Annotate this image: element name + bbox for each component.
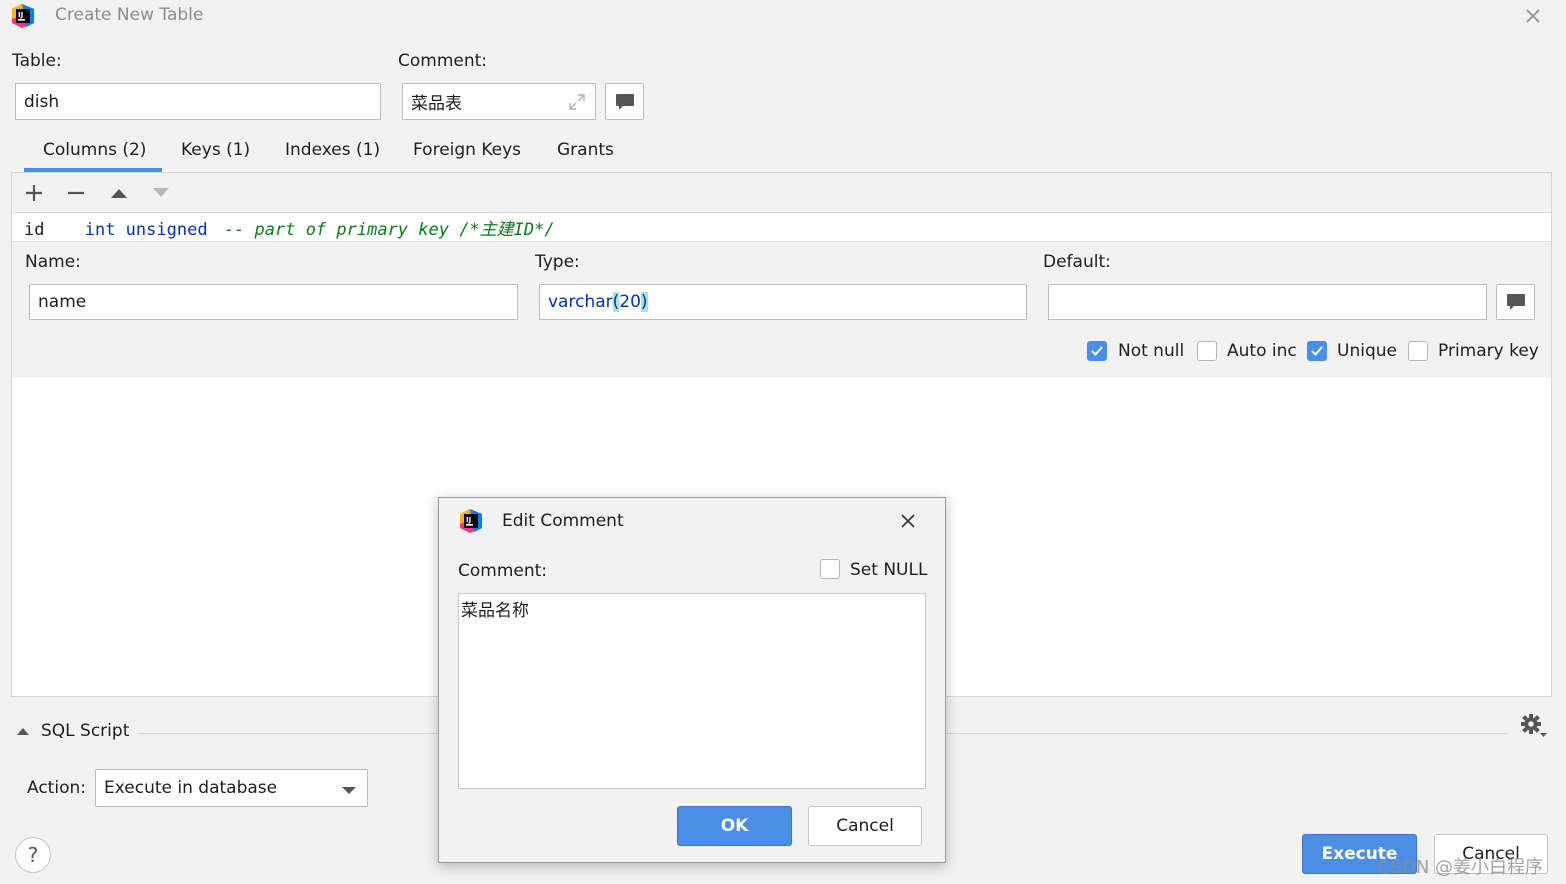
name-label: Name: — [25, 252, 81, 272]
dialog-ok-button[interactable]: OK — [677, 806, 792, 846]
unique-label: Unique — [1337, 341, 1397, 361]
collapse-arrow-icon[interactable] — [15, 723, 31, 739]
help-button[interactable]: ? — [15, 837, 51, 873]
dialog-cancel-button[interactable]: Cancel — [808, 806, 922, 846]
not-null-label: Not null — [1118, 341, 1185, 361]
primary-key-checkbox[interactable] — [1408, 341, 1428, 361]
dialog-ok-label: OK — [720, 816, 749, 836]
column-type-input[interactable]: varchar(20) — [539, 284, 1027, 320]
move-up-icon[interactable] — [109, 183, 129, 203]
table-name-input[interactable]: dish — [15, 83, 381, 120]
comment-label: Comment: — [398, 51, 488, 71]
remove-icon[interactable] — [66, 183, 86, 203]
sql-script-label[interactable]: SQL Script — [41, 721, 129, 741]
comment-edit-button[interactable] — [605, 83, 644, 120]
expand-icon[interactable] — [567, 92, 587, 112]
add-icon[interactable] — [24, 183, 44, 203]
dialog-logo-icon: IJ — [458, 508, 484, 534]
table-comment-value: 菜品表 — [411, 94, 462, 114]
default-comment-button[interactable] — [1496, 284, 1535, 320]
type-arg: 20 — [619, 292, 641, 312]
dialog-comment-text: 菜品名称 — [461, 601, 529, 621]
dialog-comment-label: Comment: — [458, 561, 548, 581]
speech-bubble-icon — [615, 93, 634, 110]
unique-checkbox[interactable] — [1307, 341, 1327, 361]
table-comment-input[interactable]: 菜品表 — [402, 83, 596, 120]
dialog-title: Edit Comment — [502, 511, 624, 531]
column-comment: -- part of primary key /*主建ID*/ — [223, 220, 555, 240]
tab-columns[interactable]: Columns (2) — [43, 140, 146, 170]
not-null-checkbox[interactable] — [1087, 341, 1107, 361]
edit-comment-dialog: IJ Edit Comment Comment: Set NULL 菜品名称 O… — [438, 497, 946, 863]
default-label: Default: — [1043, 252, 1111, 272]
action-label: Action: — [27, 778, 86, 798]
primary-key-label: Primary key — [1438, 341, 1539, 361]
set-null-label: Set NULL — [850, 560, 928, 580]
auto-inc-checkbox[interactable] — [1197, 341, 1217, 361]
column-editor: Name: name Type: varchar(20) Default: No… — [12, 241, 1551, 378]
auto-inc-label: Auto inc — [1227, 341, 1297, 361]
help-icon: ? — [27, 843, 39, 867]
column-type: int unsigned — [84, 220, 208, 240]
type-paren-open: ( — [612, 292, 620, 312]
checkmark-icon — [1311, 346, 1323, 356]
tab-foreign-keys[interactable]: Foreign Keys — [413, 140, 521, 170]
action-select[interactable]: Execute in database — [95, 769, 368, 807]
speech-bubble-icon — [1506, 294, 1525, 310]
tab-grants[interactable]: Grants — [557, 140, 614, 170]
type-paren-close: ) — [640, 292, 648, 312]
dialog-comment-textarea[interactable]: 菜品名称 — [458, 593, 926, 789]
chevron-down-icon — [341, 782, 357, 796]
dialog-close-icon[interactable] — [897, 510, 919, 532]
window-title: Create New Table — [55, 5, 204, 25]
column-name: id — [24, 220, 45, 240]
gear-icon[interactable] — [1518, 712, 1548, 740]
type-base: varchar — [548, 292, 613, 312]
tab-indexes[interactable]: Indexes (1) — [285, 140, 380, 170]
column-name-input[interactable]: name — [29, 284, 518, 320]
column-row-id[interactable]: id int unsigned -- part of primary key /… — [24, 215, 555, 241]
column-name-value: name — [38, 292, 87, 312]
dialog-cancel-label: Cancel — [836, 816, 894, 836]
type-label: Type: — [535, 252, 580, 272]
columns-toolbar — [12, 173, 1551, 213]
svg-text:IJ: IJ — [18, 11, 23, 19]
app-logo-icon: IJ — [10, 3, 36, 29]
column-default-input[interactable] — [1048, 284, 1487, 320]
move-down-icon[interactable] — [151, 183, 171, 203]
table-name-value: dish — [24, 91, 60, 112]
set-null-checkbox[interactable] — [820, 559, 840, 579]
checkmark-icon — [1091, 346, 1103, 356]
watermark: CSDN @姜小白程序 — [1378, 857, 1544, 878]
close-icon[interactable] — [1522, 5, 1544, 27]
svg-text:IJ: IJ — [466, 516, 471, 524]
tab-keys[interactable]: Keys (1) — [181, 140, 250, 170]
table-label: Table: — [12, 51, 62, 71]
action-select-value: Execute in database — [104, 778, 278, 798]
